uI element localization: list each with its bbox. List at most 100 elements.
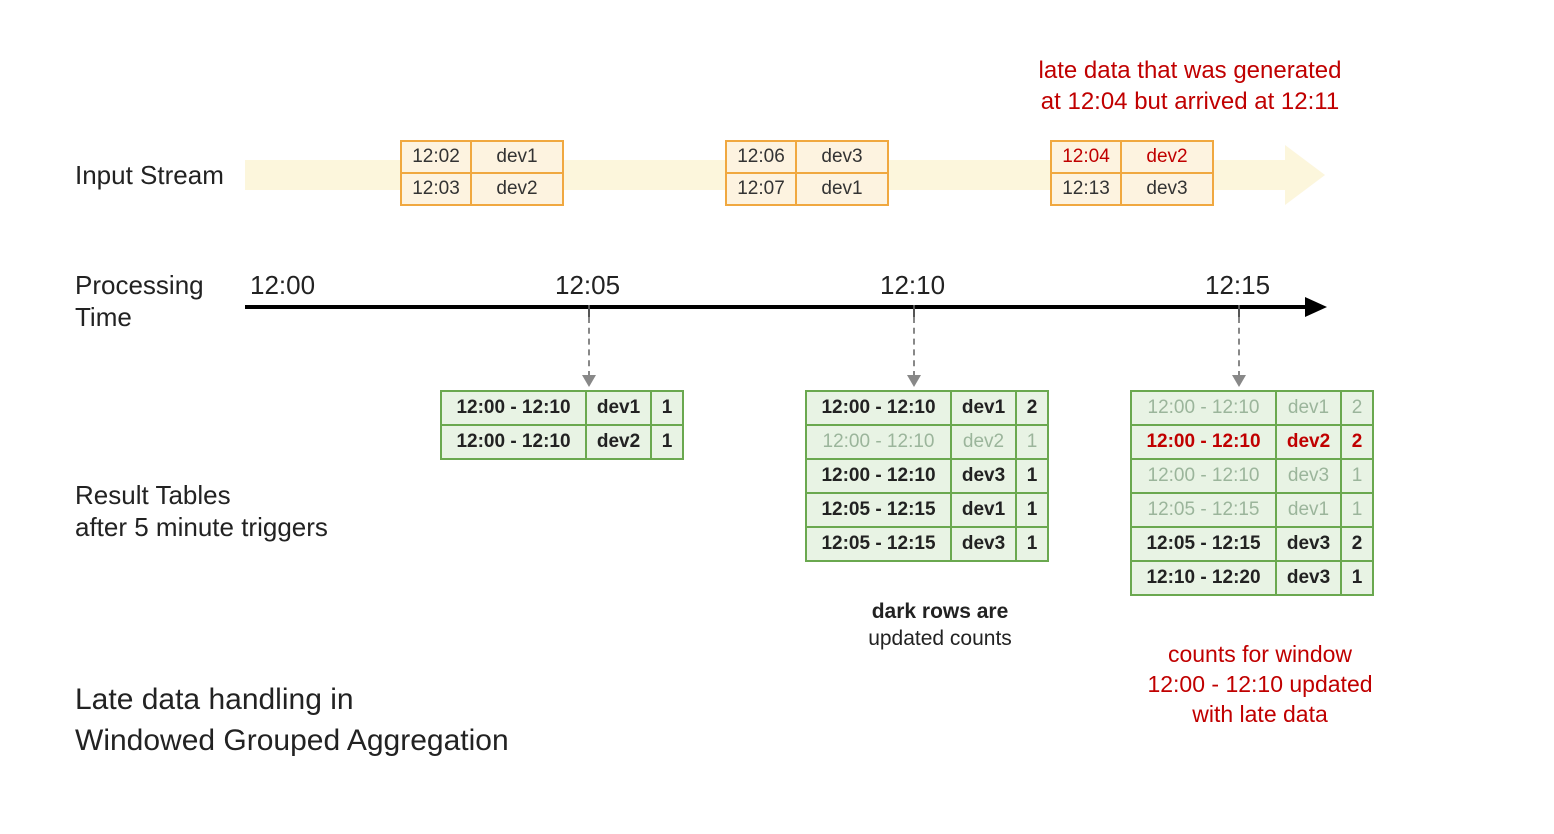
processing-time-axis-arrow (1305, 297, 1327, 317)
diagram-title: Late data handling in Windowed Grouped A… (75, 680, 509, 761)
event-device: dev2 (1122, 142, 1212, 172)
stream-event: 12:03 dev2 (402, 172, 562, 204)
input-stream-label: Input Stream (75, 160, 224, 191)
event-device: dev2 (472, 174, 562, 204)
cell-device: dev3 (1277, 460, 1342, 492)
event-time: 12:06 (727, 142, 797, 172)
stream-event-group-1: 12:02 dev1 12:03 dev2 (400, 140, 564, 206)
table-row: 12:05 - 12:15 dev3 2 (1132, 526, 1372, 560)
table-row: 12:00 - 12:10 dev3 1 (807, 458, 1047, 492)
table-row: 12:00 - 12:10 dev3 1 (1132, 458, 1372, 492)
dark-rows-line1: dark rows are (830, 598, 1050, 625)
cell-count: 2 (1342, 426, 1372, 458)
event-device: dev1 (797, 174, 887, 204)
cell-count: 1 (1342, 494, 1372, 526)
table-row: 12:00 - 12:10 dev1 1 (442, 392, 682, 424)
late-data-note: late data that was generated at 12:04 bu… (1000, 55, 1380, 117)
event-device: dev3 (1122, 174, 1212, 204)
cell-count: 1 (1342, 460, 1372, 492)
result-table-1215: 12:00 - 12:10 dev1 2 12:00 - 12:10 dev2 … (1130, 390, 1374, 596)
trigger-arrow-head (582, 375, 596, 387)
axis-tick-mark (1238, 305, 1240, 317)
table-row: 12:05 - 12:15 dev3 1 (807, 526, 1047, 560)
cell-count: 2 (1017, 392, 1047, 424)
title-line2: Windowed Grouped Aggregation (75, 721, 509, 762)
trigger-arrow-1205 (588, 317, 590, 377)
cell-device: dev1 (952, 494, 1017, 526)
input-stream-arrow-head (1285, 145, 1325, 205)
cell-count: 1 (1017, 426, 1047, 458)
stream-event: 12:06 dev3 (727, 142, 887, 172)
cell-window: 12:00 - 12:10 (807, 426, 952, 458)
event-device: dev1 (472, 142, 562, 172)
cell-window: 12:00 - 12:10 (1132, 426, 1277, 458)
cell-device: dev2 (587, 426, 652, 458)
axis-tick-mark (588, 305, 590, 317)
cell-device: dev2 (952, 426, 1017, 458)
trigger-arrow-head (1232, 375, 1246, 387)
cell-device: dev1 (952, 392, 1017, 424)
cell-window: 12:00 - 12:10 (807, 392, 952, 424)
table-row: 12:00 - 12:10 dev1 2 (807, 392, 1047, 424)
cell-window: 12:00 - 12:10 (442, 392, 587, 424)
axis-tick-1210: 12:10 (880, 270, 945, 301)
late-note-line2: at 12:04 but arrived at 12:11 (1000, 86, 1380, 117)
cell-device: dev1 (1277, 494, 1342, 526)
cell-device: dev3 (1277, 528, 1342, 560)
trigger-arrow-head (907, 375, 921, 387)
cell-count: 1 (1017, 460, 1047, 492)
cell-window: 12:00 - 12:10 (1132, 392, 1277, 424)
event-time: 12:02 (402, 142, 472, 172)
cell-window: 12:00 - 12:10 (807, 460, 952, 492)
cell-window: 12:05 - 12:15 (807, 528, 952, 560)
cell-window: 12:05 - 12:15 (1132, 494, 1277, 526)
late-note-line1: late data that was generated (1000, 55, 1380, 86)
cell-device: dev2 (1277, 426, 1342, 458)
cell-device: dev1 (587, 392, 652, 424)
cell-count: 2 (1342, 528, 1372, 560)
processing-time-axis (245, 305, 1305, 309)
cell-count: 1 (1342, 562, 1372, 594)
result-tables-label-1: Result Tables (75, 480, 231, 511)
cell-window: 12:05 - 12:15 (807, 494, 952, 526)
processing-time-label-2: Time (75, 302, 132, 333)
axis-tick-1200: 12:00 (250, 270, 315, 301)
late-update-line3: with late data (1130, 700, 1390, 730)
event-time: 12:03 (402, 174, 472, 204)
table-row: 12:05 - 12:15 dev1 1 (1132, 492, 1372, 526)
table-row-late-update: 12:00 - 12:10 dev2 2 (1132, 424, 1372, 458)
dark-rows-caption: dark rows are updated counts (830, 598, 1050, 653)
trigger-arrow-1210 (913, 317, 915, 377)
cell-count: 1 (652, 426, 682, 458)
processing-time-label-1: Processing (75, 270, 204, 301)
trigger-arrow-1215 (1238, 317, 1240, 377)
cell-count: 1 (1017, 528, 1047, 560)
cell-count: 1 (652, 392, 682, 424)
late-update-caption: counts for window 12:00 - 12:10 updated … (1130, 640, 1390, 730)
dark-rows-line2: updated counts (830, 625, 1050, 652)
cell-count: 1 (1017, 494, 1047, 526)
cell-window: 12:00 - 12:10 (1132, 460, 1277, 492)
late-update-line2: 12:00 - 12:10 updated (1130, 670, 1390, 700)
table-row: 12:00 - 12:10 dev1 2 (1132, 392, 1372, 424)
stream-event-group-3: 12:04 dev2 12:13 dev3 (1050, 140, 1214, 206)
event-device: dev3 (797, 142, 887, 172)
late-update-line1: counts for window (1130, 640, 1390, 670)
cell-window: 12:05 - 12:15 (1132, 528, 1277, 560)
axis-tick-1215: 12:15 (1205, 270, 1270, 301)
result-tables-label-2: after 5 minute triggers (75, 512, 328, 543)
result-table-1210: 12:00 - 12:10 dev1 2 12:00 - 12:10 dev2 … (805, 390, 1049, 562)
table-row: 12:00 - 12:10 dev2 1 (442, 424, 682, 458)
event-time: 12:07 (727, 174, 797, 204)
cell-window: 12:00 - 12:10 (442, 426, 587, 458)
stream-event: 12:13 dev3 (1052, 172, 1212, 204)
event-time: 12:13 (1052, 174, 1122, 204)
table-row: 12:10 - 12:20 dev3 1 (1132, 560, 1372, 594)
table-row: 12:05 - 12:15 dev1 1 (807, 492, 1047, 526)
axis-tick-mark (913, 305, 915, 317)
axis-tick-1205: 12:05 (555, 270, 620, 301)
stream-event-group-2: 12:06 dev3 12:07 dev1 (725, 140, 889, 206)
cell-device: dev3 (952, 528, 1017, 560)
table-row: 12:00 - 12:10 dev2 1 (807, 424, 1047, 458)
stream-event-late: 12:04 dev2 (1052, 142, 1212, 172)
